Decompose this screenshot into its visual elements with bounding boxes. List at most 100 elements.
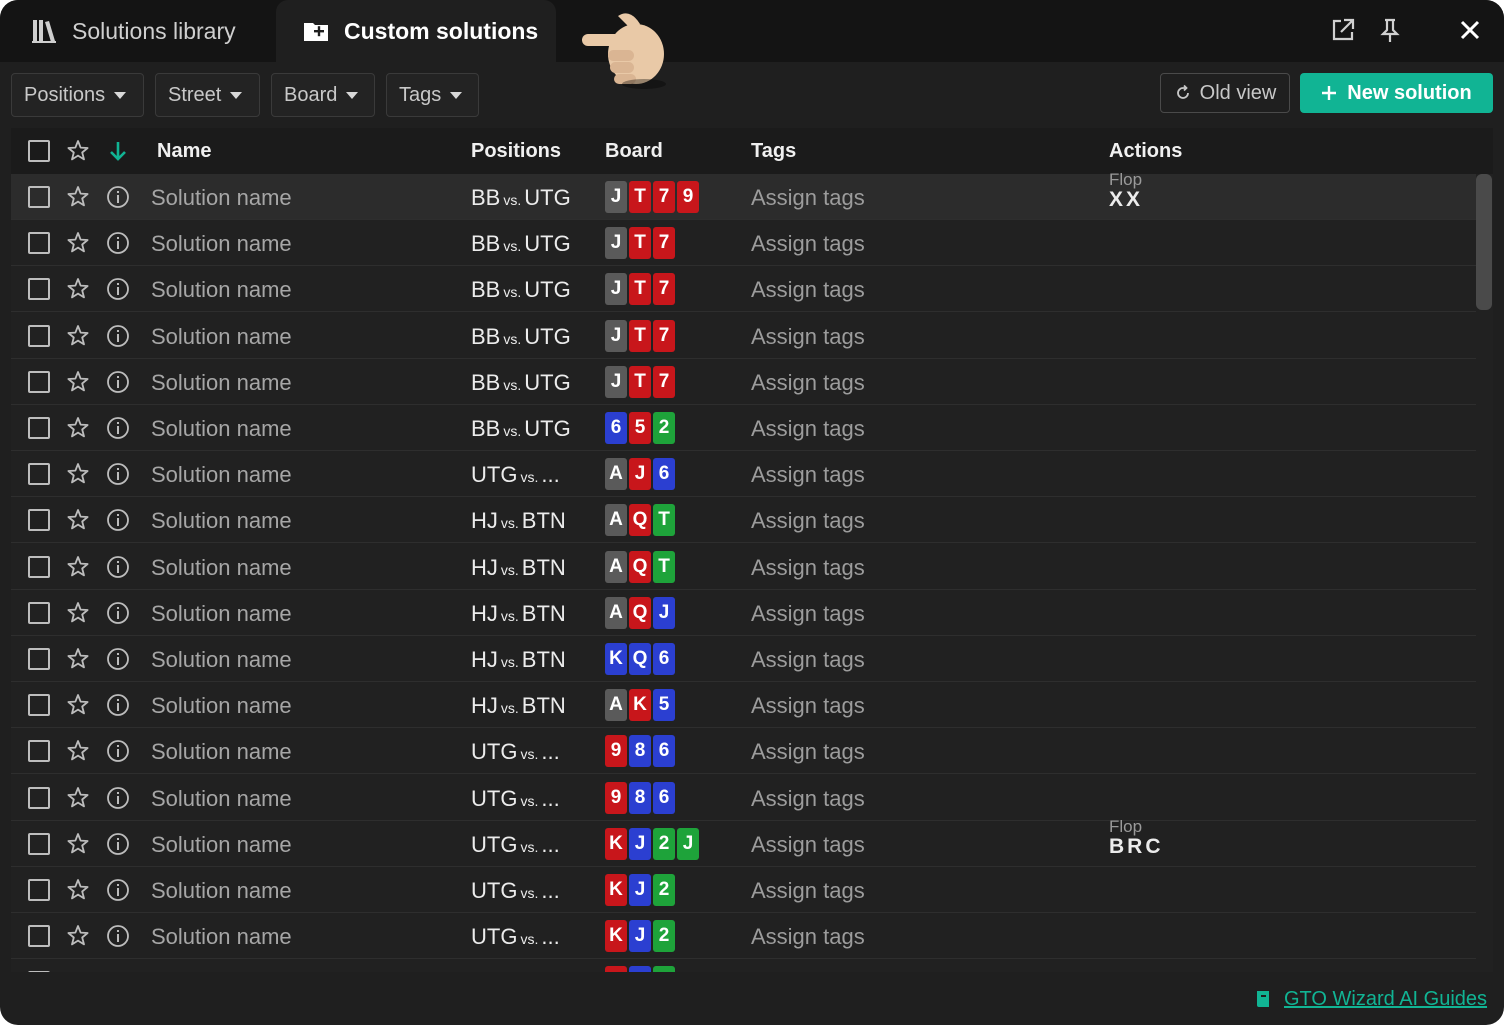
info-icon[interactable] xyxy=(105,230,131,256)
table-row[interactable]: Solution name BB vs. UTG 6 5 2 Assign tags xyxy=(11,405,1476,451)
solution-name[interactable]: Solution name xyxy=(151,462,292,488)
info-icon[interactable] xyxy=(105,184,131,210)
star-icon[interactable] xyxy=(65,138,91,164)
row-checkbox[interactable] xyxy=(28,232,50,255)
info-icon[interactable] xyxy=(105,692,131,718)
star-icon[interactable] xyxy=(65,184,91,210)
table-row[interactable]: Solution name BB vs. UTG J T 7 9 Assign tags Flop… xyxy=(11,170,1476,220)
table-row[interactable]: Solution name BB vs. UTG J T 7 Assign tags xyxy=(11,359,1476,405)
table-row[interactable]: Solution name UTG vs.... K J 2 J Assign tags Flo… xyxy=(11,817,1476,867)
assign-tags-link[interactable]: Assign tags xyxy=(751,739,865,765)
assign-tags-link[interactable]: Assign tags xyxy=(751,231,865,257)
table-row[interactable]: Solution name HJ vs. BTN K Q 6 Assign tags xyxy=(11,636,1476,682)
star-icon[interactable] xyxy=(65,415,91,441)
assign-tags-link[interactable]: Assign tags xyxy=(751,647,865,673)
filter-street-dropdown[interactable]: Street xyxy=(155,73,260,117)
table-row[interactable]: Solution name BB vs. UTG J T 7 Assign tags xyxy=(11,266,1476,313)
row-checkbox[interactable] xyxy=(28,463,50,486)
row-checkbox[interactable] xyxy=(28,879,50,901)
gto-wizard-guides-link[interactable]: GTO Wizard AI Guides xyxy=(1254,985,1487,1013)
assign-tags-link[interactable]: Assign tags xyxy=(751,601,865,627)
info-icon[interactable] xyxy=(105,923,131,949)
row-checkbox[interactable] xyxy=(28,925,50,948)
star-icon[interactable] xyxy=(65,461,91,487)
solution-name[interactable]: Solution name xyxy=(151,508,292,534)
assign-tags-link[interactable]: Assign tags xyxy=(751,555,865,581)
table-row[interactable]: Solution name HJ vs. BTN A Q T Assign tags xyxy=(11,497,1476,544)
old-view-button[interactable]: Old view xyxy=(1160,73,1290,113)
row-checkbox[interactable] xyxy=(28,971,50,972)
assign-tags-link[interactable]: Assign tags xyxy=(751,786,865,812)
assign-tags-link[interactable]: Assign tags xyxy=(751,370,865,396)
star-icon[interactable] xyxy=(65,507,91,533)
new-solution-button[interactable]: New solution xyxy=(1300,73,1493,113)
tab-custom-solutions[interactable]: Custom solutions xyxy=(276,0,556,62)
row-checkbox[interactable] xyxy=(28,555,50,578)
solution-name[interactable]: Solution name xyxy=(151,693,292,719)
star-icon[interactable] xyxy=(65,785,91,811)
solution-name[interactable]: Solution name xyxy=(151,739,292,765)
table-row[interactable]: Solution name UTG vs.... 9 8 6 Assign tags xyxy=(11,775,1476,821)
row-checkbox[interactable] xyxy=(28,324,50,347)
solution-name[interactable]: Solution name xyxy=(151,555,292,581)
star-icon[interactable] xyxy=(65,554,91,580)
row-checkbox[interactable] xyxy=(28,648,50,670)
star-icon[interactable] xyxy=(65,369,91,395)
select-all-checkbox[interactable] xyxy=(28,140,50,162)
info-icon[interactable] xyxy=(105,369,131,395)
solution-name[interactable]: Solution name xyxy=(151,324,292,350)
assign-tags-link[interactable]: Assign tags xyxy=(751,185,865,211)
row-checkbox[interactable] xyxy=(28,832,50,855)
star-icon[interactable] xyxy=(65,923,91,949)
column-header-board[interactable]: Board xyxy=(605,140,663,163)
info-icon[interactable] xyxy=(105,461,131,487)
column-header-name[interactable]: Name xyxy=(157,140,211,163)
star-icon[interactable] xyxy=(65,600,91,626)
table-row[interactable]: Solution name HJ vs. BTN A Q J Assign tags xyxy=(11,590,1476,636)
sort-descending-icon[interactable] xyxy=(105,138,131,164)
solution-name[interactable]: Solution name xyxy=(151,878,292,904)
pin-icon[interactable] xyxy=(1376,16,1404,44)
solution-name[interactable]: Solution name xyxy=(151,647,292,673)
info-icon[interactable] xyxy=(105,831,131,857)
row-checkbox[interactable] xyxy=(28,601,50,624)
assign-tags-link[interactable]: Assign tags xyxy=(751,832,865,858)
assign-tags-link[interactable]: Assign tags xyxy=(751,693,865,719)
row-checkbox[interactable] xyxy=(28,370,50,393)
table-row[interactable]: Solution name BB vs. UTG J T 7 Assign tags xyxy=(11,313,1476,359)
star-icon[interactable] xyxy=(65,831,91,857)
table-row[interactable]: Solution name UTG vs.... K J 2 Assign tags xyxy=(11,867,1476,913)
star-icon[interactable] xyxy=(65,230,91,256)
solution-name[interactable]: Solution name xyxy=(151,231,292,257)
solution-name[interactable]: Solution name xyxy=(151,185,292,211)
info-icon[interactable] xyxy=(105,785,131,811)
assign-tags-link[interactable]: Assign tags xyxy=(751,324,865,350)
row-checkbox[interactable] xyxy=(28,278,50,301)
assign-tags-link[interactable]: Assign tags xyxy=(751,462,865,488)
row-checkbox[interactable] xyxy=(28,740,50,763)
solution-name[interactable]: Solution name xyxy=(151,832,292,858)
solution-name[interactable]: Solution name xyxy=(151,277,292,303)
star-icon[interactable] xyxy=(65,877,91,903)
star-icon[interactable] xyxy=(65,646,91,672)
scrollbar-thumb[interactable] xyxy=(1476,174,1492,310)
info-icon[interactable] xyxy=(105,877,131,903)
tab-solutions-library[interactable]: Solutions library xyxy=(14,0,272,62)
star-icon[interactable] xyxy=(65,738,91,764)
info-icon[interactable] xyxy=(105,738,131,764)
solution-name[interactable]: Solution name xyxy=(151,924,292,950)
assign-tags-link[interactable]: Assign tags xyxy=(751,878,865,904)
table-row[interactable]: Solution name UTG vs.... A J 6 Assign tags xyxy=(11,451,1476,498)
row-checkbox[interactable] xyxy=(28,417,50,439)
open-external-icon[interactable] xyxy=(1329,16,1357,44)
star-icon[interactable] xyxy=(65,323,91,349)
assign-tags-link[interactable]: Assign tags xyxy=(751,277,865,303)
star-icon[interactable] xyxy=(65,692,91,718)
info-icon[interactable] xyxy=(105,507,131,533)
table-row[interactable]: Solution name BB vs. UTG J T 7 Assign tags xyxy=(11,220,1476,267)
solution-name[interactable]: Solution name xyxy=(151,416,292,442)
filter-board-dropdown[interactable]: Board xyxy=(271,73,375,117)
close-icon[interactable] xyxy=(1456,16,1484,44)
star-icon[interactable] xyxy=(65,276,91,302)
table-row[interactable]: Solution name UTG vs.... 9 8 6 Assign tags xyxy=(11,728,1476,775)
